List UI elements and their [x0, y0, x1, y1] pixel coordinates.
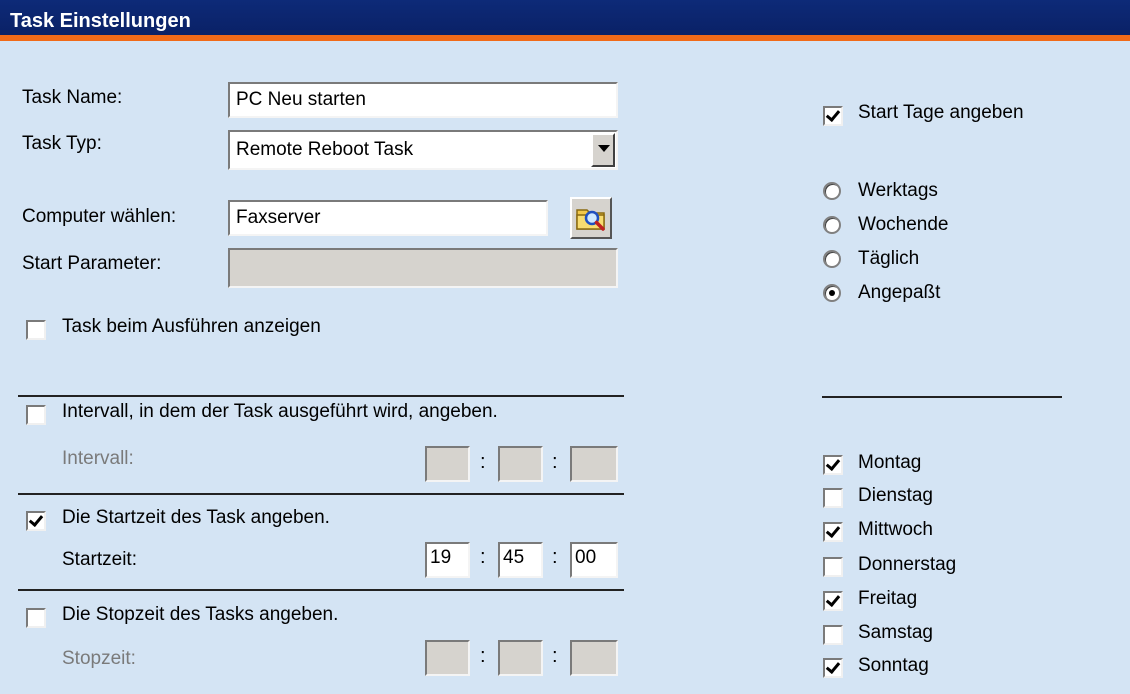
task-name-input[interactable]: PC Neu starten	[228, 82, 618, 118]
show-on-run-checkbox[interactable]	[26, 320, 46, 340]
radio-taeglich[interactable]	[823, 250, 841, 268]
stop-time-checkbox-label: Die Stopzeit des Tasks angeben.	[62, 604, 339, 625]
stop-time-seconds[interactable]	[570, 640, 618, 676]
folder-search-icon	[576, 209, 605, 231]
time-separator: :	[552, 546, 558, 568]
interval-minutes[interactable]	[498, 446, 543, 482]
task-name-label: Task Name:	[22, 87, 123, 108]
radio-angepasst[interactable]	[823, 284, 841, 302]
time-separator: :	[480, 645, 486, 667]
time-separator: :	[480, 451, 486, 473]
day-label-donnerstag: Donnerstag	[858, 554, 957, 575]
radio-werktags-label: Werktags	[858, 180, 938, 201]
interval-checkbox[interactable]	[26, 405, 46, 425]
day-label-dienstag: Dienstag	[858, 485, 933, 506]
day-checkbox-dienstag[interactable]	[823, 488, 843, 508]
day-label-samstag: Samstag	[858, 622, 933, 643]
day-checkbox-freitag[interactable]	[823, 591, 843, 611]
day-checkbox-samstag[interactable]	[823, 625, 843, 645]
time-separator: :	[552, 645, 558, 667]
start-parameter-label: Start Parameter:	[22, 253, 162, 274]
task-type-label: Task Typ:	[22, 133, 102, 154]
specify-days-label: Start Tage angeben	[858, 102, 1024, 123]
divider	[18, 395, 624, 397]
day-checkbox-mittwoch[interactable]	[823, 522, 843, 542]
interval-hours[interactable]	[425, 446, 470, 482]
start-time-hours[interactable]: 19	[425, 542, 470, 578]
divider	[822, 396, 1062, 398]
interval-seconds[interactable]	[570, 446, 618, 482]
start-time-label: Startzeit:	[62, 549, 137, 570]
window-title: Task Einstellungen	[10, 10, 191, 32]
day-label-mittwoch: Mittwoch	[858, 519, 933, 540]
start-parameter-input[interactable]	[228, 248, 618, 288]
browse-computer-button[interactable]	[570, 197, 612, 239]
task-type-value: Remote Reboot Task	[236, 139, 414, 160]
radio-taeglich-label: Täglich	[858, 248, 920, 269]
stop-time-minutes[interactable]	[498, 640, 543, 676]
computer-label: Computer wählen:	[22, 206, 177, 227]
start-time-minutes[interactable]: 45	[498, 542, 543, 578]
day-label-freitag: Freitag	[858, 588, 918, 609]
interval-checkbox-label: Intervall, in dem der Task ausgeführt wi…	[62, 401, 498, 422]
divider	[18, 493, 624, 495]
start-time-checkbox-label: Die Startzeit des Task angeben.	[62, 507, 330, 528]
stop-time-label: Stopzeit:	[62, 648, 136, 669]
day-checkbox-montag[interactable]	[823, 455, 843, 475]
day-label-montag: Montag	[858, 452, 922, 473]
title-bar: Task Einstellungen	[0, 0, 1130, 41]
show-on-run-label: Task beim Ausführen anzeigen	[62, 316, 321, 337]
day-checkbox-sonntag[interactable]	[823, 658, 843, 678]
radio-werktags[interactable]	[823, 182, 841, 200]
radio-wochende-label: Wochende	[858, 214, 949, 235]
radio-angepasst-label: Angepaßt	[858, 282, 941, 303]
computer-input[interactable]: Faxserver	[228, 200, 548, 236]
interval-label: Intervall:	[62, 448, 134, 469]
radio-wochende[interactable]	[823, 216, 841, 234]
time-separator: :	[480, 546, 486, 568]
day-label-sonntag: Sonntag	[858, 655, 929, 676]
start-time-seconds[interactable]: 00	[570, 542, 618, 578]
specify-days-checkbox[interactable]	[823, 106, 843, 126]
start-time-checkbox[interactable]	[26, 511, 46, 531]
day-checkbox-donnerstag[interactable]	[823, 557, 843, 577]
task-type-select[interactable]: Remote Reboot Task	[228, 130, 618, 170]
stop-time-checkbox[interactable]	[26, 608, 46, 628]
time-separator: :	[552, 451, 558, 473]
stop-time-hours[interactable]	[425, 640, 470, 676]
divider	[18, 589, 624, 591]
chevron-down-icon[interactable]	[591, 133, 615, 167]
